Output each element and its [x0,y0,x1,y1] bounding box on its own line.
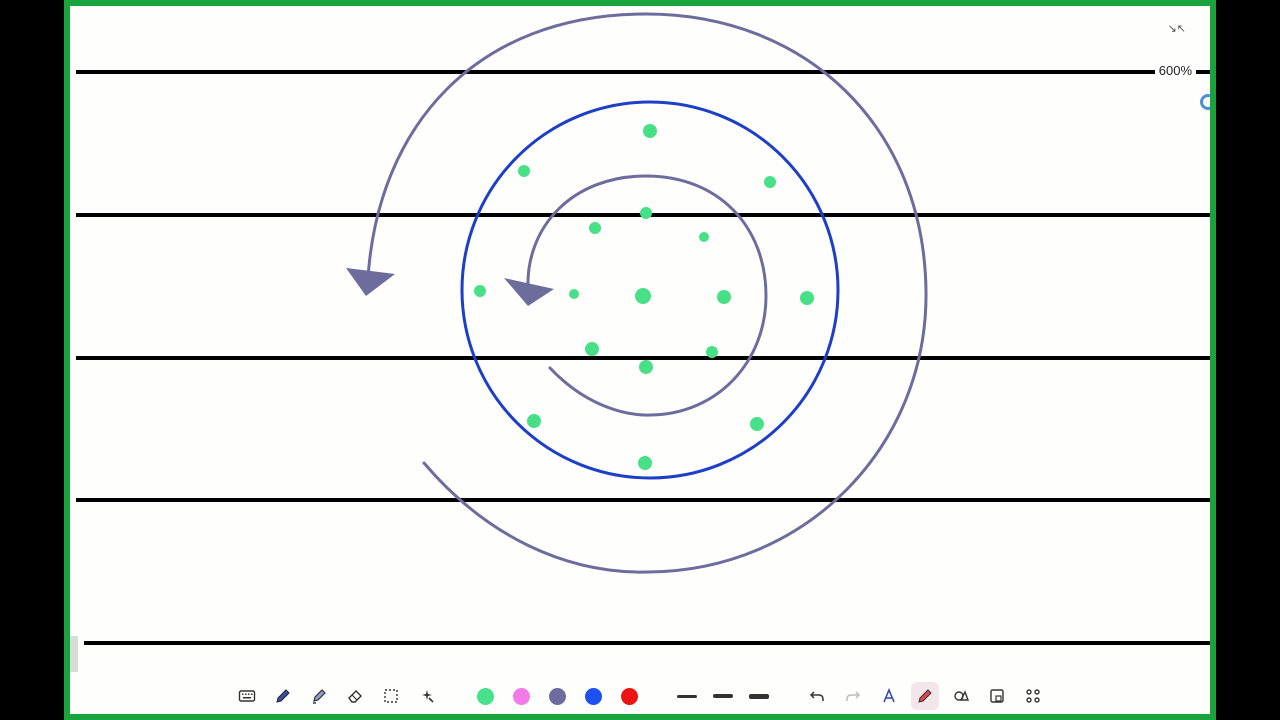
text-style-icon[interactable] [875,682,903,710]
dot [589,222,601,234]
stroke-medium[interactable] [709,682,737,710]
ruled-lines [76,70,1210,645]
magic-icon[interactable] [413,682,441,710]
stroke-thin[interactable] [673,682,701,710]
dot [635,288,651,304]
shapes-icon[interactable] [947,682,975,710]
dot [518,165,530,177]
highlighter-icon[interactable] [305,682,333,710]
color-swatch-slate[interactable] [543,682,571,710]
side-panel-handle[interactable] [70,636,78,672]
lock-icon[interactable] [983,682,1011,710]
more-apps-icon[interactable] [1019,682,1047,710]
zoom-level: 600% [1154,62,1196,79]
eraser-icon[interactable] [341,682,369,710]
lasso-select-icon[interactable] [377,682,405,710]
dot [800,291,814,305]
dot [717,290,731,304]
color-swatch-red[interactable] [615,682,643,710]
stroke-thick[interactable] [745,682,773,710]
dot [527,414,541,428]
pen-icon[interactable] [269,682,297,710]
dot [474,285,486,297]
color-swatch-green[interactable] [471,682,499,710]
color-swatch-blue[interactable] [579,682,607,710]
collapse-icon[interactable]: ↘↖ [1168,22,1186,35]
drawing-canvas[interactable] [70,6,1210,720]
dot [699,232,709,242]
bottom-toolbar [70,678,1210,714]
dot [638,456,652,470]
color-swatch-pink[interactable] [507,682,535,710]
outer-arrowhead [346,268,395,296]
pencil-icon[interactable] [911,682,939,710]
undo-icon[interactable] [803,682,831,710]
dot [643,124,657,138]
refresh-icon[interactable] [1200,94,1210,110]
dot [585,342,599,356]
redo-icon[interactable] [839,682,867,710]
keyboard-icon[interactable] [233,682,261,710]
dot [640,207,652,219]
whiteboard-frame: ↘↖ 600% [64,0,1216,720]
dot [639,360,653,374]
dot [569,289,579,299]
dot [706,346,718,358]
dot [750,417,764,431]
dot [764,176,776,188]
